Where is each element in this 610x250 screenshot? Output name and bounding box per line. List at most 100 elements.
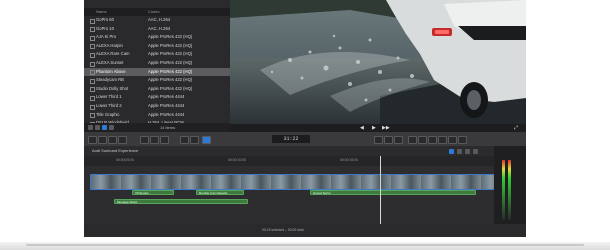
ruler-mark: 00:00:10:00 <box>228 158 246 162</box>
clip-icon <box>90 18 95 24</box>
clip-codec: Apple ProRes 422 (HQ) <box>148 34 193 40</box>
clip-icon <box>90 52 95 58</box>
clip-name: GoPro 60 <box>96 17 114 22</box>
clip-codec: Apple ProRes 422 (HQ) <box>148 42 193 48</box>
clip-row[interactable]: ALEXA Sunset Apple ProRes 422 (HQ) <box>84 59 230 68</box>
clip-icon <box>90 61 95 67</box>
audio-meters <box>494 146 526 226</box>
clip-name: Phantom Above <box>96 68 126 74</box>
thumbnail-icon[interactable] <box>109 125 114 130</box>
overwrite-icon[interactable] <box>118 136 127 144</box>
column-header-name[interactable]: Name <box>96 8 107 16</box>
clip-codec: AAC, H.264 <box>148 17 171 22</box>
clip-codec: Apple ProRes 4444 <box>148 111 185 117</box>
transform-icon[interactable] <box>394 136 403 144</box>
event-browser: Name Codec GoPro 60 AAC, H.264 GoPro 10 AAC… <box>84 0 230 136</box>
clip-icon <box>90 104 95 110</box>
insert-icon[interactable] <box>98 136 107 144</box>
settings-icon[interactable] <box>88 125 93 130</box>
rewind-icon[interactable]: ◀ <box>360 124 364 132</box>
main-toolbar: 31:22 <box>84 132 526 146</box>
primary-storyline-clip[interactable] <box>90 174 496 190</box>
timeline-header: Audi Sunburst Experience <box>84 146 526 156</box>
clip-row[interactable]: Steadycam RB Apple ProRes 422 (HQ) <box>84 76 230 85</box>
connect-icon[interactable] <box>88 136 97 144</box>
clip-row[interactable]: ALEXA Rare Cam Apple ProRes 422 (HQ) <box>84 50 230 59</box>
filmstrip-view-icon[interactable] <box>102 125 107 130</box>
enhance-icon[interactable] <box>180 136 189 144</box>
clip-codec: AAC, H.264 <box>148 25 171 31</box>
audio-icon[interactable] <box>150 136 159 144</box>
audio-skimming-icon[interactable] <box>457 149 462 154</box>
clip-row[interactable]: Lower Third 1 Apple ProRes 4444 <box>84 93 230 102</box>
viewer[interactable] <box>230 0 526 124</box>
select-tool-icon[interactable] <box>202 136 211 144</box>
browser-header: Name Codec <box>84 8 230 16</box>
clip-icon <box>90 70 95 76</box>
clip-codec: Apple ProRes 4444 <box>148 103 185 108</box>
key-icon[interactable] <box>140 136 149 144</box>
music-icon[interactable] <box>428 136 437 144</box>
clip-name: Title Graphic <box>96 111 120 117</box>
viewer-controls: ◀ ▶ ▶▶ ⤢ <box>230 124 526 132</box>
video-icon[interactable] <box>160 136 169 144</box>
fullscreen-icon[interactable]: ⤢ <box>514 124 518 132</box>
item-count: 14 items <box>160 125 176 130</box>
list-view-icon[interactable] <box>95 125 100 130</box>
viewer-frame <box>230 0 526 124</box>
themes-icon[interactable] <box>458 136 467 144</box>
project-name[interactable]: Audi Sunburst Experience <box>92 146 138 156</box>
clip-codec: Apple ProRes 422 (HQ) <box>148 51 193 57</box>
ruler-mark: 00:00:05:00 <box>116 158 134 162</box>
play-icon[interactable]: ▶ <box>372 124 376 132</box>
clip-name: ALEXA Rare Cam <box>96 51 130 57</box>
clip-name: ALEXA Sunset <box>96 60 124 65</box>
effects-icon[interactable] <box>408 136 417 144</box>
solo-icon[interactable] <box>465 149 470 154</box>
clip-name: Lower Third 2 <box>96 103 122 108</box>
clip-row[interactable]: AJA Ki Pro Apple ProRes 422 (HQ) <box>84 33 230 42</box>
snapping-icon[interactable] <box>473 149 478 154</box>
skimming-icon[interactable] <box>449 149 454 154</box>
clip-name: Lower Third 1 <box>96 94 122 100</box>
retime-icon[interactable] <box>190 136 199 144</box>
ruler-mark: 00:00:15:00 <box>340 158 358 162</box>
titles-icon[interactable] <box>438 136 447 144</box>
clip-codec: Apple ProRes 422 (HQ) <box>148 85 193 91</box>
clip-row[interactable]: Studio Dolly Shot Apple ProRes 422 (HQ) <box>84 85 230 94</box>
append-icon[interactable] <box>108 136 117 144</box>
clip-icon <box>90 95 95 101</box>
clip-row[interactable]: ALEXA Harpin Apple ProRes 422 (HQ) <box>84 42 230 51</box>
photos-icon[interactable] <box>418 136 427 144</box>
clip-codec: Apple ProRes 4444 <box>148 94 185 100</box>
zoom-icon[interactable] <box>384 136 393 144</box>
clip-row[interactable]: Title Graphic Apple ProRes 4444 <box>84 111 230 120</box>
connected-clip[interactable]: Gravel Sprint <box>310 190 476 195</box>
timeline[interactable]: V8 Engine Rumble Cam Results Gravel Spri… <box>84 166 496 224</box>
clip-icon <box>90 78 95 84</box>
connected-clip[interactable]: Rumble Cam Results <box>196 190 244 195</box>
timecode-display[interactable]: 31:22 <box>272 135 310 143</box>
clip-name: GoPro 10 <box>96 25 114 31</box>
column-header-codec[interactable]: Codec <box>148 8 160 16</box>
clip-icon <box>90 44 95 50</box>
clip-codec: Apple ProRes 422 (HQ) <box>148 68 193 74</box>
clip-icon <box>90 27 95 33</box>
clip-name: AJA Ki Pro <box>96 34 117 40</box>
generators-icon[interactable] <box>448 136 457 144</box>
clip-icon <box>90 35 95 41</box>
blade-icon[interactable] <box>374 136 383 144</box>
clip-row[interactable]: GoPro 10 AAC, H.264 <box>84 25 230 34</box>
clip-row[interactable]: Phantom Above Apple ProRes 422 (HQ) <box>84 67 230 77</box>
clip-row[interactable]: Lower Third 2 Apple ProRes 4444 <box>84 102 230 111</box>
clip-name: ALEXA Harpin <box>96 42 123 48</box>
clip-row[interactable]: GoPro 60 AAC, H.264 <box>84 16 230 25</box>
playhead[interactable] <box>380 156 381 226</box>
clip-name: Steadycam RB <box>96 77 124 83</box>
status-bar: 00:15 selected – 00:00 total <box>84 224 526 237</box>
clip-codec: Apple ProRes 422 (HQ) <box>148 77 193 83</box>
timeline-ruler[interactable]: 00:00:05:00 00:00:10:00 00:00:15:00 <box>84 156 494 166</box>
forward-icon[interactable]: ▶▶ <box>382 124 390 132</box>
connected-clip[interactable]: V8 Engine <box>132 190 174 195</box>
music-clip[interactable]: Montage Music <box>114 199 248 204</box>
